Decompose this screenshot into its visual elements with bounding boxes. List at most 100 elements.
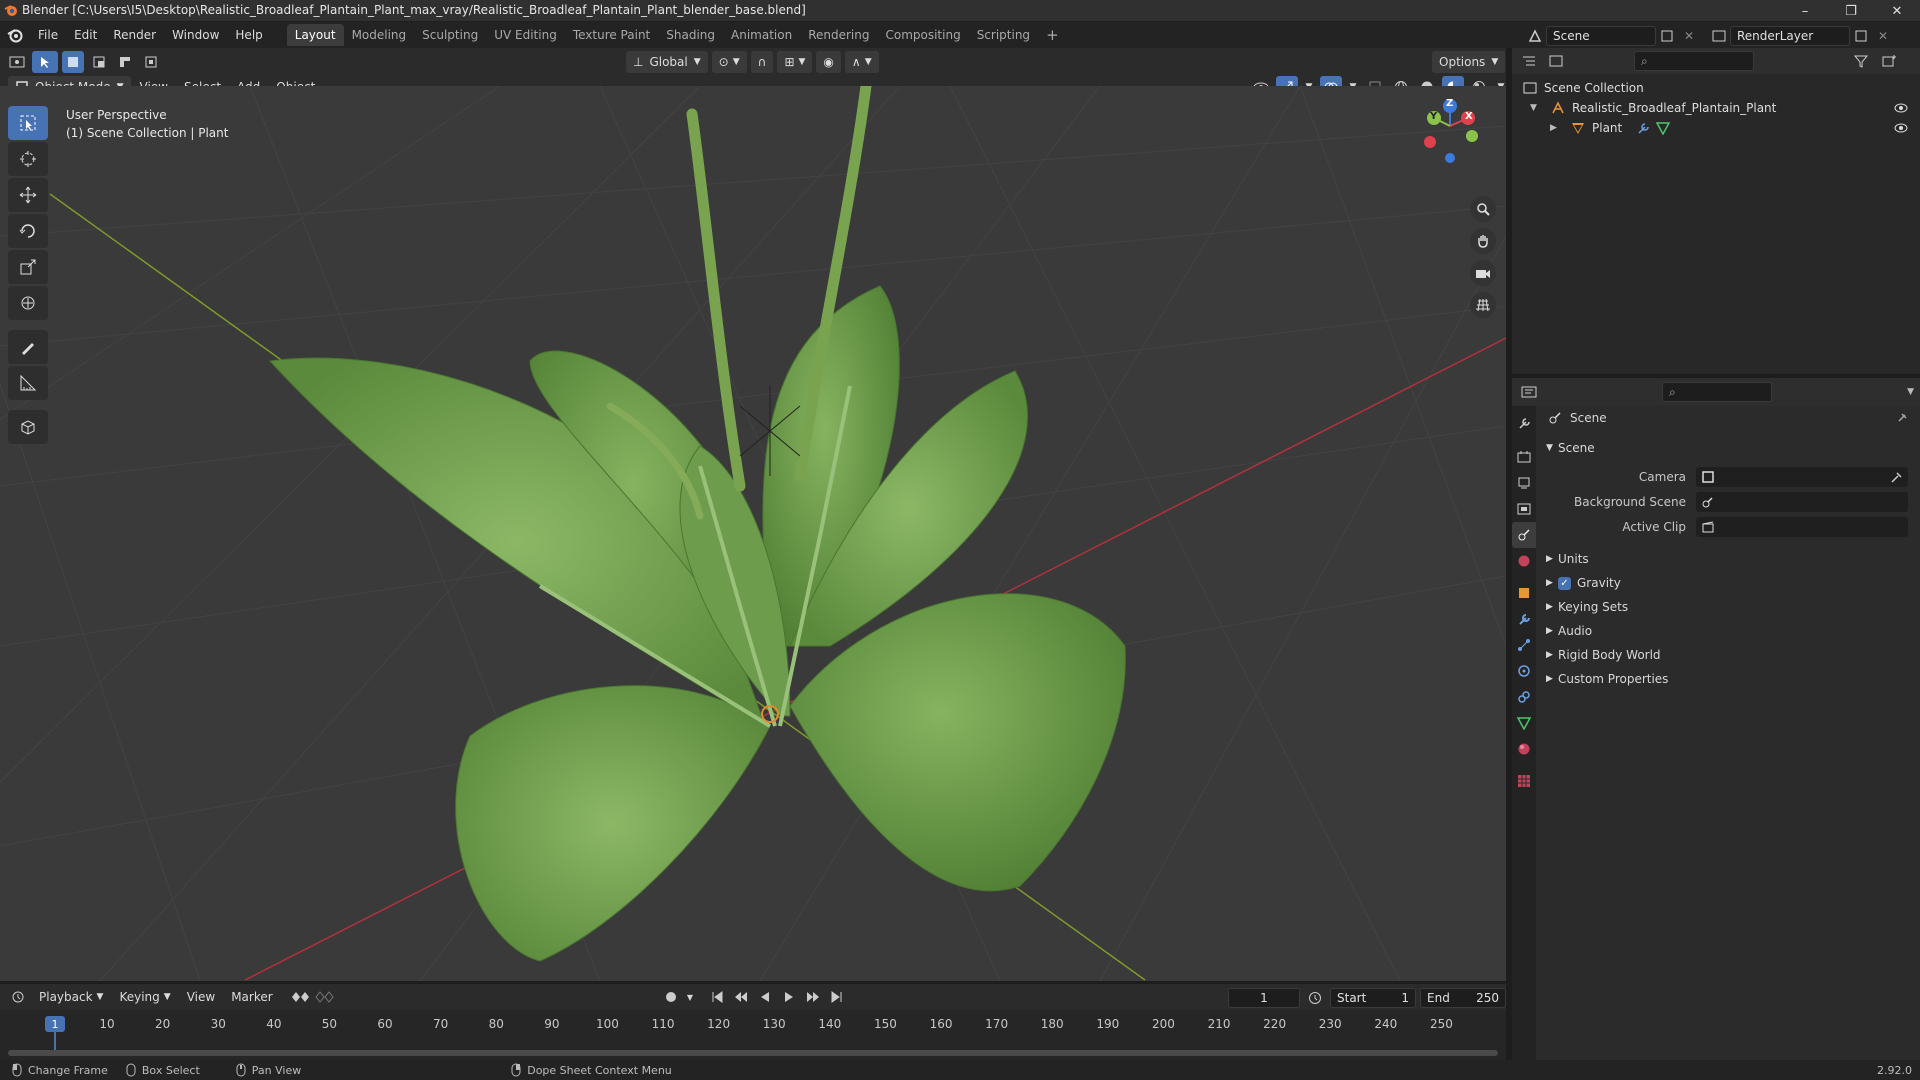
rotate-tool-icon[interactable]: [8, 214, 48, 248]
filter-icon[interactable]: [1850, 50, 1872, 72]
tab-compositing[interactable]: Compositing: [877, 24, 968, 46]
scale-tool-icon[interactable]: [8, 250, 48, 284]
properties-editor-type-icon[interactable]: [1518, 381, 1540, 403]
timeline-editor-type-icon[interactable]: [8, 986, 30, 1008]
keyframe-insert-icon[interactable]: [314, 986, 336, 1008]
panel-rigid-body-world[interactable]: ▶ Rigid Body World: [1544, 643, 1914, 667]
mode-intersect-icon[interactable]: [140, 51, 162, 73]
timeline-ruler[interactable]: 10 20 30 40 50 60 70 80 90 100 110 120 130 140 150 160 1…: [0, 1010, 1506, 1060]
scene-selector-icon[interactable]: [1524, 25, 1546, 47]
tab-data-icon[interactable]: [1512, 710, 1536, 736]
new-collection-icon[interactable]: [1878, 50, 1900, 72]
panel-keying-sets[interactable]: ▶ Keying Sets: [1544, 595, 1914, 619]
transform-orientation-dropdown[interactable]: ⊥ Global ▼: [626, 51, 708, 73]
start-frame-field[interactable]: Start 1: [1330, 988, 1416, 1008]
tab-modeling[interactable]: Modeling: [344, 24, 415, 46]
outliner-search-input[interactable]: ⌕: [1634, 51, 1754, 71]
tab-particles-icon[interactable]: [1512, 632, 1536, 658]
tab-scripting[interactable]: Scripting: [969, 24, 1038, 46]
tab-render-icon[interactable]: [1512, 444, 1536, 470]
panel-scene-header[interactable]: ▼ Scene: [1544, 436, 1914, 460]
editor-type-icon[interactable]: [6, 51, 28, 73]
menu-edit[interactable]: Edit: [66, 25, 105, 45]
select-tool-icon[interactable]: [32, 51, 58, 73]
options-dropdown[interactable]: Options ▼: [1432, 51, 1506, 73]
timeline-menu-marker[interactable]: Marker: [224, 986, 279, 1008]
tab-object-icon[interactable]: [1512, 580, 1536, 606]
background-scene-field[interactable]: [1696, 491, 1908, 512]
add-workspace-button[interactable]: +: [1038, 24, 1067, 46]
blender-menu-icon[interactable]: [0, 27, 30, 43]
tab-animation[interactable]: Animation: [723, 24, 800, 46]
camera-field[interactable]: [1696, 466, 1908, 487]
new-renderlayer-icon[interactable]: [1850, 25, 1872, 47]
close-button[interactable]: ✕: [1874, 0, 1920, 22]
menu-file[interactable]: File: [30, 25, 66, 45]
mode-subtract-icon[interactable]: [114, 51, 136, 73]
outliner-item-collection[interactable]: ▼ Realistic_Broadleaf_Plantain_Plant: [1518, 98, 1914, 118]
prev-keyframe-icon[interactable]: [730, 986, 752, 1008]
snap-toggle[interactable]: ∩: [750, 51, 774, 73]
tab-modifiers-icon[interactable]: [1512, 606, 1536, 632]
renderlayer-selector-icon[interactable]: [1708, 25, 1730, 47]
eyedropper-icon[interactable]: [1890, 471, 1902, 483]
menu-help[interactable]: Help: [227, 25, 270, 45]
minimize-button[interactable]: –: [1782, 0, 1828, 22]
proportional-edit-toggle[interactable]: ◉: [816, 51, 841, 73]
panel-custom-properties[interactable]: ▶ Custom Properties: [1544, 667, 1914, 691]
ortho-grid-icon[interactable]: [1470, 292, 1496, 318]
tab-layout[interactable]: Layout: [286, 24, 344, 46]
proportional-falloff-dropdown[interactable]: ∧ ▼: [844, 51, 879, 73]
chevron-down-icon[interactable]: ▼: [684, 986, 696, 1008]
tab-tool-icon[interactable]: [1512, 410, 1536, 436]
menu-window[interactable]: Window: [164, 25, 227, 45]
tab-world-icon[interactable]: [1512, 548, 1536, 574]
visibility-eye-icon[interactable]: [1894, 123, 1908, 133]
select-box-tool-icon[interactable]: [8, 106, 48, 140]
new-scene-icon[interactable]: [1656, 25, 1678, 47]
tab-constraints-icon[interactable]: [1512, 684, 1536, 710]
snap-target-dropdown[interactable]: ⊞ ▼: [777, 51, 813, 73]
tab-view-layer-icon[interactable]: [1512, 496, 1536, 522]
timeline-scrollbar[interactable]: [8, 1050, 1498, 1056]
pan-hand-icon[interactable]: [1470, 228, 1496, 254]
tab-texture-icon[interactable]: [1512, 768, 1536, 794]
camera-view-icon[interactable]: [1470, 260, 1496, 286]
tab-scene-icon[interactable]: [1512, 522, 1536, 548]
visibility-eye-icon[interactable]: [1894, 103, 1908, 113]
preview-range-icon[interactable]: [1304, 987, 1326, 1009]
plant-model[interactable]: [268, 86, 1126, 962]
playhead-frame-badge[interactable]: 1: [45, 1016, 65, 1032]
add-cube-tool-icon[interactable]: [8, 410, 48, 444]
tab-material-icon[interactable]: [1512, 736, 1536, 762]
menu-render[interactable]: Render: [105, 25, 164, 45]
measure-tool-icon[interactable]: [8, 366, 48, 400]
tab-shading[interactable]: Shading: [658, 24, 723, 46]
timeline-menu-view[interactable]: View: [180, 986, 222, 1008]
keyframe-prev-icon[interactable]: [290, 986, 312, 1008]
play-reverse-icon[interactable]: [754, 986, 776, 1008]
transform-tool-icon[interactable]: [8, 286, 48, 320]
outliner-scene-collection[interactable]: Scene Collection: [1518, 78, 1914, 98]
expand-arrow-icon[interactable]: ▼: [1530, 103, 1544, 113]
maximize-button[interactable]: ❐: [1828, 0, 1874, 22]
tab-uv-editing[interactable]: UV Editing: [486, 24, 565, 46]
properties-search-input[interactable]: ⌕: [1662, 382, 1772, 402]
3d-viewport[interactable]: User Perspective (1) Scene Collection | …: [0, 86, 1506, 981]
scene-field[interactable]: Scene: [1546, 26, 1656, 46]
move-tool-icon[interactable]: [8, 178, 48, 212]
display-mode-icon[interactable]: [1546, 50, 1568, 72]
timeline-menu-keying[interactable]: Keying ▼: [112, 986, 177, 1008]
delete-renderlayer-icon[interactable]: ✕: [1872, 25, 1894, 47]
tab-output-icon[interactable]: [1512, 470, 1536, 496]
jump-start-icon[interactable]: [706, 986, 728, 1008]
expand-arrow-icon[interactable]: ▶: [1550, 123, 1564, 133]
end-frame-field[interactable]: End 250: [1420, 988, 1506, 1008]
jump-end-icon[interactable]: [826, 986, 848, 1008]
tab-sculpting[interactable]: Sculpting: [414, 24, 486, 46]
annotate-tool-icon[interactable]: [8, 330, 48, 364]
timeline-menu-playback[interactable]: Playback ▼: [32, 986, 110, 1008]
pin-icon[interactable]: [1896, 412, 1908, 424]
play-icon[interactable]: [778, 986, 800, 1008]
delete-scene-icon[interactable]: ✕: [1678, 25, 1700, 47]
